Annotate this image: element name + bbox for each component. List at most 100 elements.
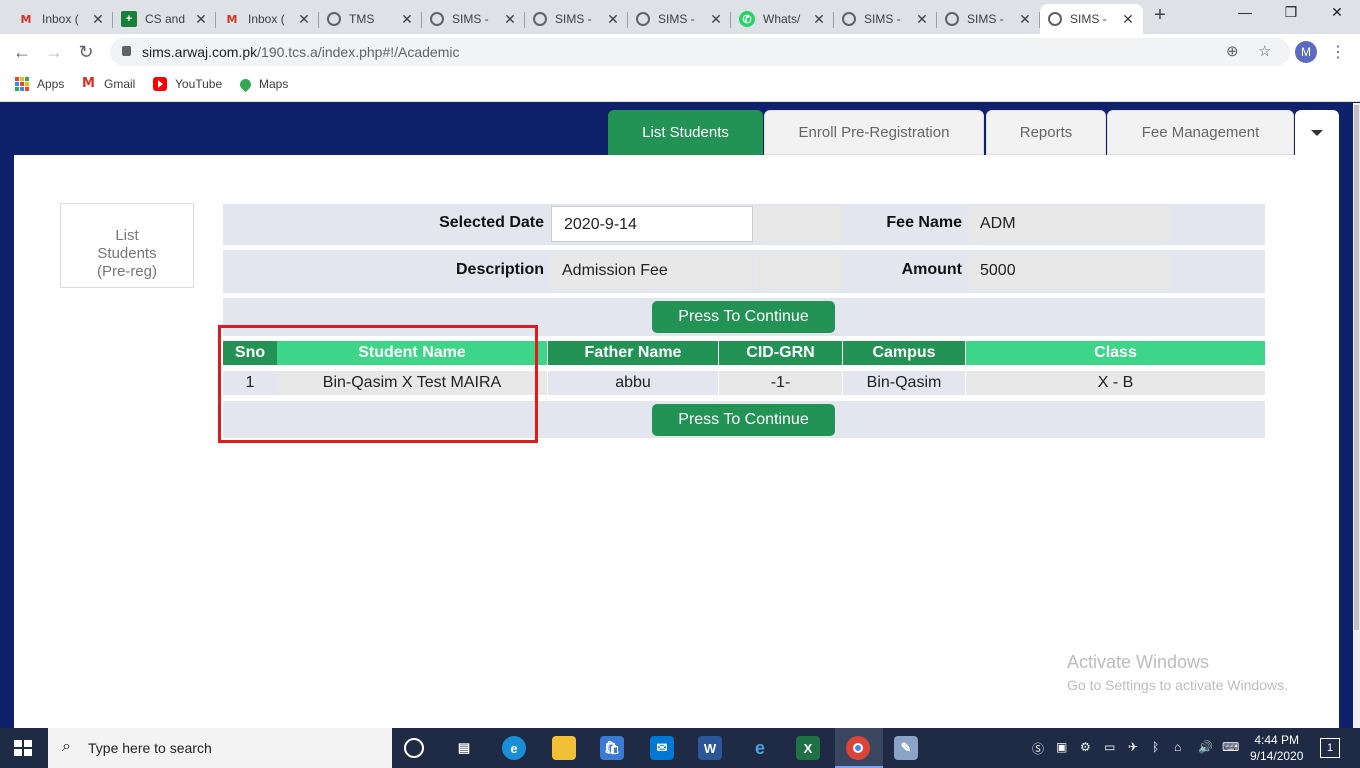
close-tab-icon[interactable]: ✕ (501, 11, 519, 28)
taskbar-clock[interactable]: 4:44 PM 9/14/2020 (1250, 732, 1303, 764)
close-tab-icon[interactable]: ✕ (192, 11, 210, 28)
paint-icon[interactable]: ✎ (894, 736, 918, 760)
tray-settings-icon[interactable]: ⚙ (1080, 740, 1091, 754)
windows-taskbar: ⌕ Type here to search ▤ e 🛍 ✉ W e X ✎ Ⓢ … (0, 728, 1360, 768)
bookmark-star-icon[interactable]: ☆ (1258, 42, 1271, 60)
maps-pin-icon (237, 76, 254, 92)
tab-list-students[interactable]: List Students (608, 110, 763, 155)
globe-icon (842, 12, 856, 26)
scrollbar-thumb[interactable] (1354, 105, 1359, 630)
press-to-continue-button-bottom[interactable]: Press To Continue (652, 404, 835, 436)
back-arrow-icon[interactable]: ← (10, 40, 34, 64)
browser-tab[interactable]: SIMS - ✕ (937, 4, 1040, 34)
sidebar-list-students-prereg[interactable]: List Students (Pre-reg) (60, 203, 194, 288)
form-spacer-cell (754, 206, 844, 242)
restore-icon[interactable]: ❐ (1268, 4, 1314, 21)
close-tab-icon[interactable]: ✕ (604, 11, 622, 28)
browser-tab[interactable]: SIMS - ✕ (1040, 4, 1143, 34)
nav-dropdown-button[interactable] (1295, 110, 1339, 155)
bluetooth-icon[interactable]: ᛒ (1152, 740, 1159, 754)
selected-date-label: Selected Date (439, 214, 544, 231)
selected-date-input[interactable]: 2020-9-14 (551, 206, 753, 242)
tab-enroll-pre-registration[interactable]: Enroll Pre-Registration (764, 110, 984, 155)
reload-icon[interactable]: ↻ (74, 40, 98, 64)
close-tab-icon[interactable]: ✕ (1016, 11, 1034, 28)
url-text[interactable]: sims.arwaj.com.pk/190.tcs.a/index.php#!/… (142, 44, 459, 60)
gmail-icon: M (82, 76, 95, 91)
cortana-icon[interactable] (404, 738, 424, 758)
close-tab-icon[interactable]: ✕ (295, 11, 313, 28)
tray-network-off-icon[interactable]: ✈ (1128, 740, 1138, 754)
tab-title: SIMS - (452, 12, 489, 26)
task-view-icon[interactable]: ▤ (452, 736, 476, 760)
form-spacer-cell (754, 253, 844, 289)
close-tab-icon[interactable]: ✕ (89, 11, 107, 28)
browser-tab[interactable]: M Inbox (✕ (216, 4, 319, 34)
internet-explorer-icon[interactable]: e (748, 736, 772, 760)
chrome-icon[interactable] (846, 736, 870, 760)
file-explorer-icon[interactable] (552, 736, 576, 760)
taskbar-search-box[interactable]: ⌕ Type here to search (48, 728, 392, 768)
forward-arrow-icon[interactable]: → (42, 40, 66, 64)
sheets-icon: + (121, 11, 137, 27)
tab-fee-management[interactable]: Fee Management (1107, 110, 1294, 155)
new-tab-button[interactable]: + (1148, 4, 1172, 30)
browser-tab[interactable]: ✆ Whats/ ✕ (731, 4, 834, 34)
excel-icon[interactable]: X (796, 736, 820, 760)
tray-skype-icon[interactable]: Ⓢ (1032, 740, 1044, 757)
profile-avatar[interactable]: M (1295, 41, 1317, 63)
store-icon[interactable]: 🛍 (600, 736, 624, 760)
bookmark-gmail[interactable]: M Gmail (82, 76, 135, 92)
close-tab-icon[interactable]: ✕ (913, 11, 931, 28)
tab-title: SIMS - (1070, 12, 1107, 26)
fee-name-value: ADM (968, 206, 1170, 242)
zoom-icon[interactable]: ⊕ (1226, 42, 1239, 60)
tab-title: Inbox ( (248, 12, 285, 26)
minimize-icon[interactable]: — (1222, 4, 1268, 20)
browser-tab[interactable]: + CS and ✕ (113, 4, 216, 34)
close-tab-icon[interactable]: ✕ (1119, 11, 1137, 28)
close-tab-icon[interactable]: ✕ (707, 11, 725, 28)
bookmark-apps[interactable]: Apps (15, 77, 64, 91)
press-to-continue-button-top[interactable]: Press To Continue (652, 301, 835, 333)
close-window-icon[interactable]: ✕ (1314, 4, 1360, 21)
network-icon[interactable]: ⌂ (1174, 740, 1181, 754)
tray-display-icon[interactable]: ▭ (1104, 740, 1115, 754)
caret-down-icon (1311, 129, 1323, 136)
cell-campus: Bin-Qasim (843, 371, 965, 395)
globe-icon (945, 12, 959, 26)
browser-tab[interactable]: SIMS - ✕ (422, 4, 525, 34)
tab-reports[interactable]: Reports (986, 110, 1106, 155)
mail-icon[interactable]: ✉ (650, 736, 674, 760)
search-icon: ⌕ (62, 738, 71, 755)
address-bar[interactable]: sims.arwaj.com.pk/190.tcs.a/index.php#!/… (110, 38, 1290, 66)
tray-app-icon[interactable]: ▣ (1056, 740, 1067, 754)
windows-start-icon[interactable] (14, 740, 32, 756)
bookmark-maps[interactable]: Maps (237, 76, 288, 92)
browser-tab[interactable]: SIMS - ✕ (628, 4, 731, 34)
globe-icon (430, 12, 444, 26)
bookmark-youtube[interactable]: YouTube (153, 77, 222, 91)
browser-toolbar: ← → ↻ sims.arwaj.com.pk/190.tcs.a/index.… (0, 34, 1360, 70)
youtube-icon (153, 77, 167, 91)
browser-tab[interactable]: SIMS - ✕ (834, 4, 937, 34)
tab-title: SIMS - (555, 12, 592, 26)
header-cid-grn: CID-GRN (719, 341, 842, 365)
word-icon[interactable]: W (698, 736, 722, 760)
tab-title: SIMS - (967, 12, 1004, 26)
globe-icon (327, 12, 341, 26)
browser-tab[interactable]: SIMS - ✕ (525, 4, 628, 34)
notification-center-icon[interactable]: 1 (1320, 738, 1340, 758)
close-tab-icon[interactable]: ✕ (398, 11, 416, 28)
globe-icon (1048, 12, 1062, 26)
language-icon[interactable]: ⌨ (1222, 740, 1239, 754)
browser-tab[interactable]: TMS ✕ (319, 4, 422, 34)
tab-title: SIMS - (864, 12, 901, 26)
description-label: Description (455, 261, 544, 278)
edge-browser-icon[interactable]: e (502, 736, 526, 760)
volume-icon[interactable]: 🔊 (1198, 740, 1213, 754)
menu-kebab-icon[interactable]: ⋮ (1330, 42, 1346, 62)
tab-title: CS and (145, 12, 186, 26)
browser-tab[interactable]: M Inbox (✕ (10, 4, 113, 34)
close-tab-icon[interactable]: ✕ (810, 11, 828, 28)
